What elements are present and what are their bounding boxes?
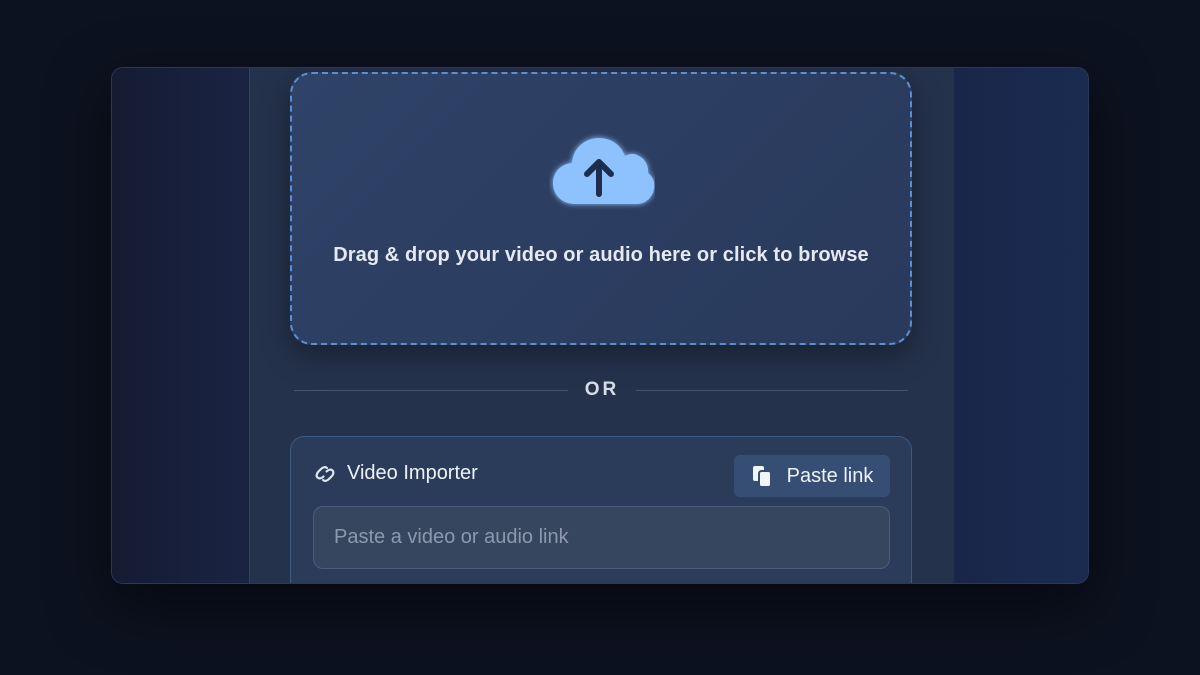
file-dropzone[interactable]: Drag & drop your video or audio here or … xyxy=(290,72,912,345)
app-window: Drag & drop your video or audio here or … xyxy=(111,67,1089,584)
left-backdrop-panel xyxy=(112,68,250,583)
video-link-input[interactable] xyxy=(313,506,890,569)
or-divider: OR xyxy=(294,379,908,401)
dropzone-instructions: Drag & drop your video or audio here or … xyxy=(333,244,869,266)
paste-link-label: Paste link xyxy=(786,464,874,487)
link-icon xyxy=(315,465,335,482)
video-importer-card: Video Importer Paste link xyxy=(290,436,912,583)
right-backdrop-panel xyxy=(952,68,1088,583)
cloud-upload-icon xyxy=(553,138,655,204)
clipboard-icon xyxy=(752,466,772,488)
divider-label: OR xyxy=(584,379,620,400)
divider-line-left xyxy=(294,390,568,391)
upload-panel: Drag & drop your video or audio here or … xyxy=(250,68,954,583)
divider-line-right xyxy=(636,390,908,391)
importer-title: Video Importer xyxy=(347,462,478,484)
importer-header: Video Importer xyxy=(313,462,478,485)
paste-link-button[interactable]: Paste link xyxy=(734,455,890,497)
